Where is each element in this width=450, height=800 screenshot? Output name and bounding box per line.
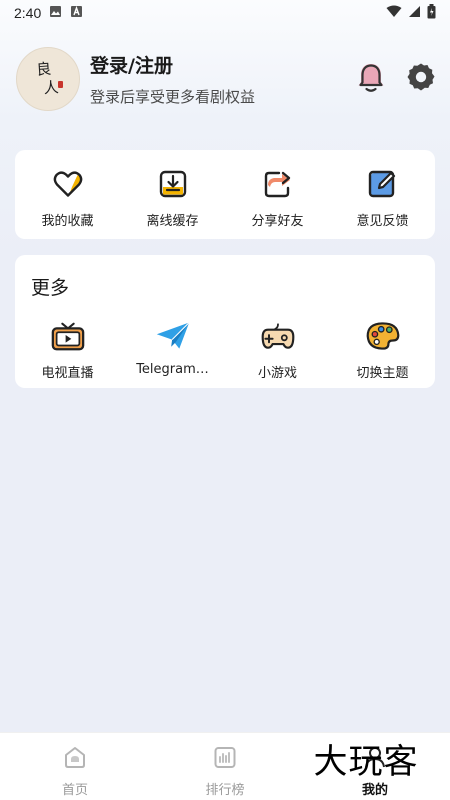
telegram-button[interactable]: Telegram… [120,318,225,381]
share-friends-button[interactable]: 分享好友 [225,166,330,229]
telegram-icon [155,318,191,354]
quick-actions-card: 我的收藏 离线缓存 分享好友 意见反馈 [15,150,435,239]
nav-ranking-label: 排行榜 [205,783,245,798]
nav-ranking[interactable]: 排行榜 [150,733,300,800]
avatar-seal [58,81,63,88]
tv-live-button[interactable]: 电视直播 [15,318,120,381]
settings-gear-icon[interactable] [406,62,436,96]
status-bar: 2:40 [0,0,450,26]
status-time: 2:40 [14,5,42,21]
switch-theme-button[interactable]: 切换主题 [330,318,435,381]
profile-icon [363,745,387,773]
offline-cache-button[interactable]: 离线缓存 [120,166,225,229]
signal-icon [408,5,421,21]
favorites-button[interactable]: 我的收藏 [15,166,120,229]
a-notification-icon [70,5,83,21]
feedback-label: 意见反馈 [356,214,409,229]
offline-cache-label: 离线缓存 [146,214,199,229]
switch-theme-label: 切换主题 [356,366,409,381]
mini-games-button[interactable]: 小游戏 [225,318,330,381]
nav-home[interactable]: 首页 [0,733,150,800]
login-subtitle: 登录后享受更多看剧权益 [90,88,256,106]
battery-icon [427,4,436,22]
bottom-nav: 首页 排行榜 我的 [0,732,450,800]
home-icon [63,745,87,773]
heart-icon [50,166,86,202]
bell-icon[interactable] [356,61,386,97]
telegram-label: Telegram… [136,362,209,377]
avatar[interactable]: 良 人 [16,47,80,111]
mini-games-label: 小游戏 [257,366,297,381]
palette-icon [365,318,401,354]
tv-icon [50,318,86,354]
image-notification-icon [49,5,62,21]
favorites-label: 我的收藏 [41,214,94,229]
edit-icon [365,166,401,202]
wifi-icon [386,5,402,21]
avatar-calligraphy: 良 人 [36,59,60,98]
download-icon [155,166,191,202]
nav-home-label: 首页 [61,783,88,798]
login-register-title[interactable]: 登录/注册 [90,51,255,78]
chart-icon [213,745,237,773]
login-prompt[interactable]: 登录/注册 登录后享受更多看剧权益 [90,51,255,107]
more-card: 更多 电视直播 Telegram… 小游戏 切换主题 [15,255,435,388]
profile-header: 良 人 登录/注册 登录后享受更多看剧权益 [16,46,436,112]
nav-mine[interactable]: 我的 [300,733,450,800]
share-friends-label: 分享好友 [251,214,304,229]
gamepad-icon [260,318,296,354]
feedback-button[interactable]: 意见反馈 [330,166,435,229]
share-icon [260,166,296,202]
more-section-title: 更多 [31,277,70,299]
tv-live-label: 电视直播 [41,366,94,381]
nav-mine-label: 我的 [361,783,388,798]
